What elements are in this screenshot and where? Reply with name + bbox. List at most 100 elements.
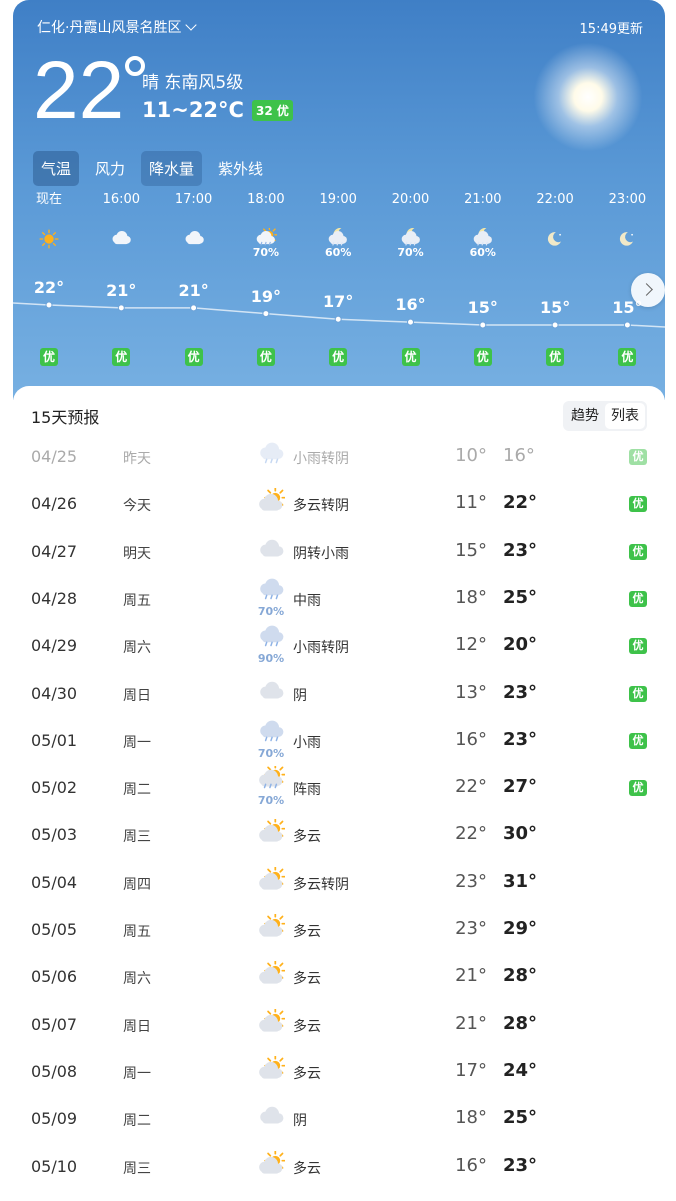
hour-temperature: 19° (250, 286, 282, 306)
hour-temperature: 21° (178, 280, 209, 300)
day-high-temp: 28° (503, 1012, 538, 1034)
temperature-point (407, 318, 414, 326)
day-date: 05/06 (31, 967, 78, 987)
hour-time: 22:00 (536, 192, 574, 207)
forecast-panel: 15天预报 趋势 列表 04/25 昨天 小雨转阴 10° 16° 优 04/26 今天 多云转… (13, 386, 665, 1201)
location-name: 仁化·丹霞山风景名胜区 (37, 20, 182, 36)
forecast-day-row[interactable]: 04/25 昨天 小雨转阴 10° 16° 优 (13, 437, 665, 477)
day-high-temp: 28° (503, 965, 538, 987)
day-date: 04/25 (31, 447, 78, 466)
forecast-day-row[interactable]: 04/27 明天 阴转小雨 15° 23° 优 (13, 532, 665, 572)
tab-uv[interactable]: 紫外线 (210, 151, 271, 186)
cloud-rain-icon (257, 441, 285, 469)
forecast-day-row[interactable]: 05/09 周二 阴 18° 25° (13, 1099, 665, 1139)
day-condition: 阴转小雨 (293, 545, 349, 562)
day-weekday: 昨天 (123, 451, 151, 467)
forecast-day-row[interactable]: 05/07 周日 多云 21° 28° (13, 1005, 665, 1045)
forecast-day-row[interactable]: 04/30 周日 阴 13° 23° 优 (13, 674, 665, 714)
day-low-temp: 15° (455, 539, 487, 561)
tab-wind[interactable]: 风力 (87, 151, 133, 186)
location-selector[interactable]: 仁化·丹霞山风景名胜区 (37, 17, 198, 37)
sun-icon (38, 228, 60, 250)
forecast-day-row[interactable]: 05/03 周三 多云 22° 30° (13, 815, 665, 855)
day-date: 04/30 (31, 683, 78, 703)
toggle-list[interactable]: 列表 (605, 403, 645, 429)
day-low-temp: 12° (455, 634, 487, 656)
day-aqi-badge: 优 (629, 685, 647, 702)
day-date: 05/04 (31, 872, 78, 892)
day-condition: 多云 (293, 1160, 321, 1177)
day-weekday: 周日 (123, 1018, 151, 1035)
day-condition: 阴 (293, 1113, 307, 1130)
hour-column: 现在 22° 优 (19, 190, 79, 366)
day-low-temp: 21° (455, 1012, 487, 1034)
day-date: 05/09 (31, 1109, 78, 1129)
forecast-day-row[interactable]: 05/10 周三 多云 16° 23° (13, 1147, 665, 1187)
hour-temperature: 15° (539, 298, 571, 317)
hour-aqi-badge: 优 (473, 348, 492, 366)
day-high-temp: 25° (503, 586, 538, 608)
day-weekday: 周六 (123, 971, 151, 988)
temperature-point (45, 301, 53, 309)
toggle-trend[interactable]: 趋势 (565, 403, 605, 429)
weather-hero: 仁化·丹霞山风景名胜区 15:49更新 22 晴 东南风5级 11~22°C 3… (13, 0, 665, 400)
tab-temperature[interactable]: 气温 (33, 151, 80, 186)
day-date: 04/26 (31, 494, 78, 514)
aqi-badge[interactable]: 32 优 (251, 99, 293, 121)
forecast-day-row[interactable]: 05/02 周二 阵雨 22° 27° 70% 优 (13, 763, 665, 808)
day-weekday: 周三 (123, 1160, 151, 1177)
day-weekday: 周一 (123, 734, 151, 751)
sun-cloud-icon (257, 865, 287, 895)
hour-aqi-badge: 优 (256, 348, 275, 366)
day-condition: 多云 (293, 1065, 321, 1082)
hour-time: 19:00 (319, 192, 357, 207)
day-date: 05/10 (31, 1156, 78, 1176)
next-hours-button[interactable] (631, 273, 665, 307)
sun-cloud-icon (257, 959, 287, 989)
day-high-temp: 25° (503, 1107, 538, 1129)
hour-time: 17:00 (174, 192, 213, 207)
forecast-day-row[interactable]: 05/04 周四 多云转阴 23° 31° (13, 863, 665, 903)
day-high-temp: 23° (503, 1154, 538, 1176)
day-weekday: 周二 (123, 782, 151, 799)
day-low-temp: 18° (455, 586, 487, 608)
day-aqi-badge: 优 (629, 449, 647, 465)
day-condition: 多云 (293, 924, 321, 940)
day-date: 05/03 (31, 825, 78, 845)
forecast-day-row[interactable]: 04/28 周五 中雨 18° 25° 70% 优 (13, 577, 665, 619)
hour-time: 现在 (35, 192, 62, 207)
forecast-day-row[interactable]: 05/06 周六 多云 21° 28° (13, 957, 665, 997)
day-date: 05/07 (31, 1014, 78, 1034)
day-low-temp: 22° (455, 823, 487, 845)
cloud-icon (257, 1103, 285, 1131)
forecast-day-row[interactable]: 04/29 周六 小雨转阴 12° 20° 90% 优 (13, 625, 665, 666)
forecast-day-row[interactable]: 04/26 今天 多云转阴 11° 22° 优 (13, 484, 665, 524)
day-low-temp: 13° (455, 681, 487, 703)
day-low-temp: 16° (455, 1154, 487, 1176)
cloud-rain-icon (257, 577, 285, 605)
day-date: 05/05 (31, 920, 78, 939)
day-aqi-badge: 优 (629, 496, 647, 513)
day-condition: 小雨转阴 (293, 451, 349, 467)
hour-precip-chance: 60% (325, 246, 352, 259)
day-weekday: 周六 (123, 640, 151, 657)
temperature-point (334, 315, 342, 323)
forecast-day-row[interactable]: 05/08 周一 多云 17° 24° (13, 1052, 665, 1092)
hour-column: 20:00 70% 16° 优 (381, 190, 441, 366)
hour-precip-chance: 70% (252, 246, 280, 259)
day-low-temp: 10° (455, 445, 487, 466)
day-condition: 多云转阴 (293, 876, 349, 893)
temperature-point (117, 304, 125, 312)
hour-time: 21:00 (464, 192, 502, 207)
tab-precipitation[interactable]: 降水量 (141, 151, 203, 186)
forecast-day-row[interactable]: 05/05 周五 多云 23° 29° (13, 910, 665, 950)
day-weekday: 周一 (123, 1065, 151, 1082)
hourly-forecast[interactable]: 现在 22° 优 16:00 21° 优 17:00 21° 优 18:00 70% 19° 优 19:0… (13, 190, 665, 380)
day-aqi-badge: 优 (629, 638, 647, 655)
sun-cloud-icon (257, 1007, 287, 1037)
day-weekday: 周四 (123, 876, 151, 893)
day-high-temp: 23° (503, 728, 538, 750)
day-weekday: 周五 (123, 924, 151, 940)
forecast-day-row[interactable]: 05/01 周一 小雨 16° 23° 70% 优 (13, 720, 665, 761)
hour-column: 21:00 60% 15° 优 (453, 190, 513, 366)
